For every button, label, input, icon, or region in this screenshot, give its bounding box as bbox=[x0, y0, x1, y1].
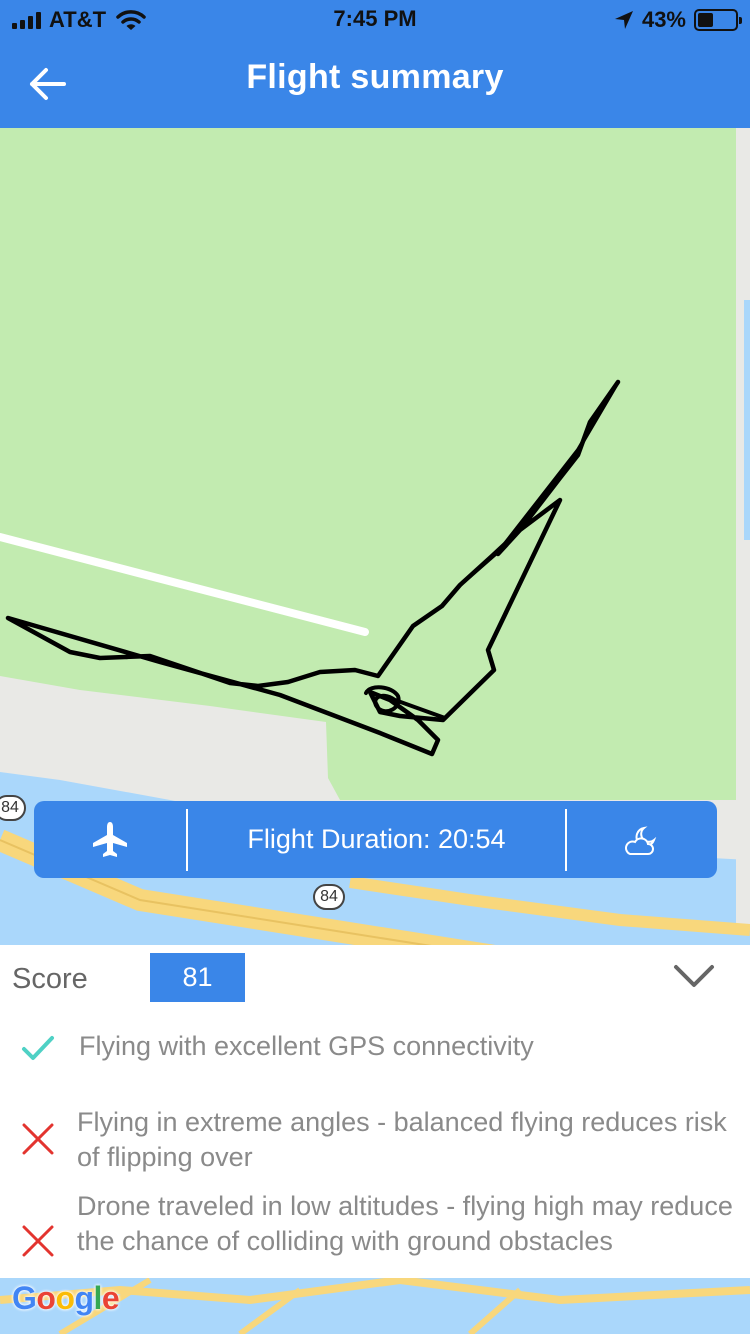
google-logo: Google bbox=[12, 1280, 120, 1317]
battery-level bbox=[698, 13, 714, 27]
cloud-moon-icon bbox=[625, 825, 657, 855]
score-panel: Score 81 Flying with excellent GPS conne… bbox=[0, 945, 750, 1278]
location-arrow-icon bbox=[614, 11, 633, 29]
google-logo-letter: o bbox=[36, 1280, 56, 1316]
feedback-text: Flying with excellent GPS connectivity bbox=[79, 1031, 534, 1061]
score-label: Score bbox=[12, 963, 88, 995]
chevron-down-icon bbox=[674, 965, 714, 987]
page-title: Flight summary bbox=[246, 58, 504, 96]
status-bar-right: 43% bbox=[614, 6, 742, 34]
google-logo-letter: o bbox=[55, 1280, 75, 1316]
feedback-text: Flying in extreme angles - balanced flyi… bbox=[77, 1107, 727, 1172]
flight-info-bar: Flight Duration: 20:54 bbox=[34, 801, 717, 878]
app-header: Flight summary bbox=[0, 40, 750, 128]
weather-button[interactable] bbox=[567, 801, 717, 878]
map-edge-water bbox=[744, 300, 750, 540]
check-icon bbox=[22, 1036, 54, 1060]
battery-percentage: 43% bbox=[641, 7, 686, 32]
battery-icon bbox=[694, 9, 742, 31]
google-logo-letter: e bbox=[101, 1280, 120, 1316]
flight-duration-label: Flight Duration: 20:54 bbox=[247, 824, 506, 854]
status-bar: AT&T 7:45 PM 43% bbox=[0, 0, 750, 40]
x-icon bbox=[22, 1225, 54, 1257]
x-icon bbox=[22, 1123, 54, 1155]
route-shield-84: 84 bbox=[313, 884, 345, 910]
google-logo-letter: l bbox=[93, 1280, 103, 1316]
expand-score-button[interactable] bbox=[670, 959, 718, 993]
route-shield-84: 84 bbox=[0, 795, 26, 821]
google-logo-letter: G bbox=[12, 1280, 37, 1316]
feedback-text: Drone traveled in low altitudes - flying… bbox=[77, 1191, 733, 1256]
airplane-icon bbox=[93, 821, 127, 857]
flight-mode-button[interactable] bbox=[34, 801, 186, 878]
google-logo-letter: g bbox=[74, 1280, 94, 1316]
score-value-badge: 81 bbox=[150, 953, 245, 1002]
